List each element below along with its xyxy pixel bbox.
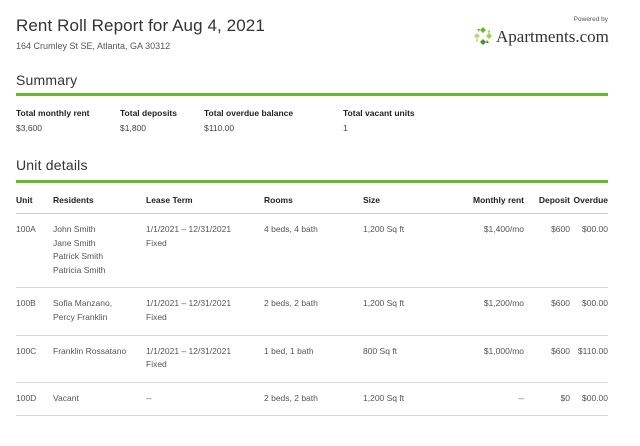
powered-by-label: Powered by [573,16,608,23]
cell-unit: 100D [16,382,53,417]
table-row: 100D Vacant -- 2 beds, 2 bath 1,200 Sq f… [16,382,608,417]
brand-name: Apartments.com [496,27,609,46]
column-header-residents: Residents [53,189,146,214]
lease-dates: 1/1/2021 – 12/31/2021 [146,345,232,356]
cell-residents: John Smith Jane Smith Patrick Smith Patr… [53,213,146,289]
summary-label: Total deposits [120,108,177,118]
cell-overdue: $00.00 [570,287,608,336]
cell-monthly-rent: $1,400/mo [433,213,524,289]
cell-rooms: 1 bed, 1 bath [264,335,363,383]
summary-divider [16,93,608,96]
unit-details-divider [16,180,608,183]
cell-lease-term: 1/1/2021 – 12/31/2021 Fixed [146,213,264,289]
cell-rooms: 4 beds, 4 bath [264,213,363,289]
column-header-overdue: Overdue [570,189,608,214]
cell-deposit: $600 [524,335,570,383]
column-header-lease-term: Lease Term [146,189,264,214]
cell-monthly-rent: $1,000/mo [433,335,524,383]
unit-details-table: Unit Residents Lease Term Rooms Size Mon… [16,189,608,417]
table-row: 100C Franklin Rossatano 1/1/2021 – 12/31… [16,335,608,383]
lease-dates: 1/1/2021 – 12/31/2021 [146,298,232,309]
summary-item-vacant: Total vacant units 1 [343,108,415,133]
cell-residents: Sofia Manzano, Percy Franklin [53,287,146,336]
table-header-row: Unit Residents Lease Term Rooms Size Mon… [16,189,608,214]
summary-title: Summary [16,72,78,88]
summary-item-overdue: Total overdue balance $110.00 [204,108,293,133]
column-header-unit: Unit [16,189,53,214]
resident-name: Percy Franklin [53,311,108,322]
cell-size: 800 Sq ft [363,335,433,383]
column-header-monthly-rent: Monthly rent [433,189,524,214]
summary-value: $110.00 [204,123,235,133]
cell-overdue: $00.00 [570,382,608,417]
cell-overdue: $00.00 [570,213,608,289]
cell-deposit: $600 [524,213,570,289]
summary-item-monthly-rent: Total monthly rent $3,600 [16,108,90,133]
resident-name: Jane Smith [53,237,96,248]
summary-value: $1,800 [120,123,146,133]
report-header: Rent Roll Report for Aug 4, 2021 164 Cru… [16,16,616,56]
summary-label: Total vacant units [343,108,415,118]
cell-unit: 100B [16,287,53,336]
summary-value: $3,600 [16,123,42,133]
cell-unit: 100C [16,335,53,383]
cell-lease-term: 1/1/2021 – 12/31/2021 Fixed [146,287,264,336]
lease-dates: 1/1/2021 – 12/31/2021 [146,224,232,234]
lease-type: Fixed [146,311,167,322]
cell-lease-term: -- [146,382,264,417]
summary-item-deposits: Total deposits $1,800 [120,108,177,133]
lease-type: Fixed [146,237,167,248]
cell-size: 1,200 Sq ft [363,213,433,289]
resident-name: Vacant [53,392,79,403]
cell-monthly-rent: -- [433,382,524,417]
table-row: 100A John Smith Jane Smith Patrick Smith… [16,213,608,289]
cell-monthly-rent: $1,200/mo [433,287,524,336]
cell-size: 1,200 Sq ft [363,287,433,336]
column-header-size: Size [363,189,433,214]
resident-name: Patricia Smith [53,264,106,275]
cell-rooms: 2 beds, 2 bath [264,382,363,417]
cell-lease-term: 1/1/2021 – 12/31/2021 Fixed [146,335,264,383]
resident-name: John Smith [53,224,96,234]
cell-rooms: 2 beds, 2 bath [264,287,363,336]
apartments-logo-icon [474,27,492,45]
cell-overdue: $110.00 [570,335,608,383]
cell-deposit: $0 [524,382,570,417]
cell-residents: Vacant [53,382,146,417]
cell-residents: Franklin Rossatano [53,335,146,383]
lease-type: Fixed [146,359,167,370]
logo-petals [474,27,492,45]
summary-block: Total monthly rent $3,600 Total deposits… [16,108,608,134]
unit-details-title: Unit details [16,157,88,173]
summary-label: Total monthly rent [16,108,90,118]
cell-deposit: $600 [524,287,570,336]
column-header-deposit: Deposit [524,189,570,214]
resident-name: Franklin Rossatano [53,345,127,356]
summary-label: Total overdue balance [204,108,294,118]
resident-name: Patrick Smith [53,251,104,262]
resident-name: Sofia Manzano, [53,298,113,309]
cell-unit: 100A [16,213,53,289]
summary-value: 1 [343,123,348,133]
table-row: 100B Sofia Manzano, Percy Franklin 1/1/2… [16,287,608,336]
cell-size: 1,200 Sq ft [363,382,433,417]
lease-dates: -- [146,392,152,403]
brand-block: Powered by Apartments.com [466,16,616,50]
column-header-rooms: Rooms [264,189,363,214]
